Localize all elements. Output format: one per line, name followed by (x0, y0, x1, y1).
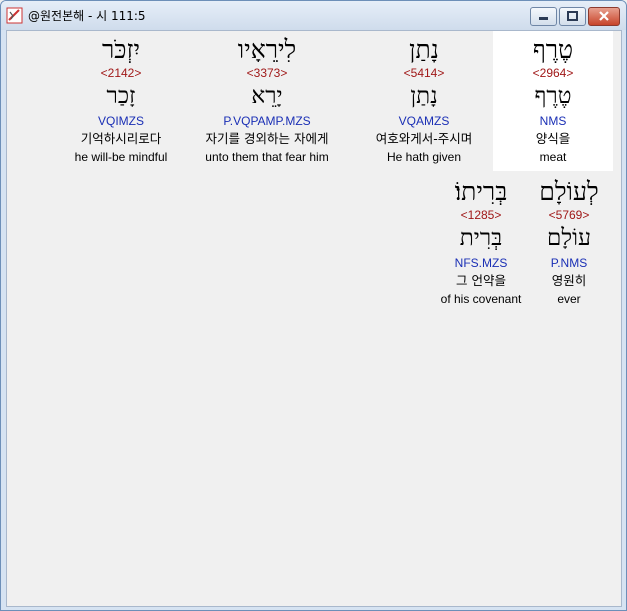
hebrew-lemma: בְּרִית (459, 225, 503, 251)
hebrew-word: בְּרִיתוֹ׃ (454, 177, 508, 206)
korean-gloss: 기억하시리로다 (80, 131, 162, 146)
korean-gloss: 자기를 경외하는 자에게 (205, 131, 329, 146)
korean-gloss: 여호와게서-주시며 (375, 131, 473, 146)
maximize-icon (567, 11, 578, 21)
hebrew-word: לִירֵאָיו (237, 35, 297, 64)
title-bar[interactable]: @원전본해 - 시 111:5 (1, 1, 626, 30)
korean-gloss: 그 언약을 (456, 273, 506, 288)
strong-number[interactable]: <5414> (364, 65, 484, 81)
word-tile-2[interactable]: נָתַן <5414> נָתַן VQAMZS 여호와게서-주시며 He h… (364, 31, 484, 165)
app-icon (6, 7, 23, 24)
hebrew-lemma: יָרֵא (251, 83, 283, 109)
word-tile-6[interactable]: בְּרִיתוֹ׃ <1285> בְּרִית NFS.MZS 그 언약을 … (421, 173, 541, 307)
word-tile-4[interactable]: יִזְכֹּר <2142> זָכַר VQIMZS 기억하시리로다 he … (61, 31, 181, 165)
hebrew-lemma: נָתַן (410, 83, 438, 109)
strong-number[interactable]: <2964> (493, 65, 613, 81)
strong-number[interactable]: <1285> (421, 207, 541, 223)
english-gloss: He hath given (386, 150, 462, 164)
morphology-code: P.VQPAMP.MZS (223, 114, 311, 128)
english-gloss: of his covenant (440, 292, 522, 306)
close-button[interactable] (588, 7, 620, 26)
hebrew-word: נָתַן (409, 35, 439, 64)
minimize-button[interactable] (530, 7, 557, 26)
english-gloss: unto them that fear him (205, 150, 329, 164)
english-gloss: meat (539, 150, 567, 164)
close-icon (599, 11, 609, 21)
morphology-code: VQIMZS (97, 114, 144, 128)
maximize-button[interactable] (559, 7, 586, 26)
minimize-icon (539, 17, 548, 20)
morphology-code: NFS.MZS (454, 256, 508, 270)
hebrew-word: יִזְכֹּר (101, 35, 141, 64)
morphology-code: VQAMZS (398, 114, 450, 128)
hebrew-word: טֶרֶף (532, 35, 574, 64)
hebrew-lemma: זָכַר (106, 83, 136, 109)
strong-number[interactable]: <2142> (61, 65, 181, 81)
hebrew-lemma: טֶרֶף (534, 83, 572, 109)
english-gloss: he will-be mindful (74, 150, 168, 164)
word-tile-1[interactable]: טֶרֶף <2964> טֶרֶף NMS 양식을 meat (493, 31, 613, 171)
strong-number[interactable]: <3373> (197, 65, 337, 81)
app-window: @원전본해 - 시 111:5 טֶרֶף <2964> טֶרֶף NMS 양… (0, 0, 627, 611)
korean-gloss: 양식을 (535, 131, 571, 146)
interlinear-view: טֶרֶף <2964> טֶרֶף NMS 양식을 meat נָתַן <5… (6, 30, 622, 607)
word-tile-3[interactable]: לִירֵאָיו <3373> יָרֵא P.VQPAMP.MZS 자기를 … (197, 31, 337, 165)
morphology-code: NMS (539, 114, 567, 128)
window-title: @원전본해 - 시 111:5 (28, 9, 146, 23)
